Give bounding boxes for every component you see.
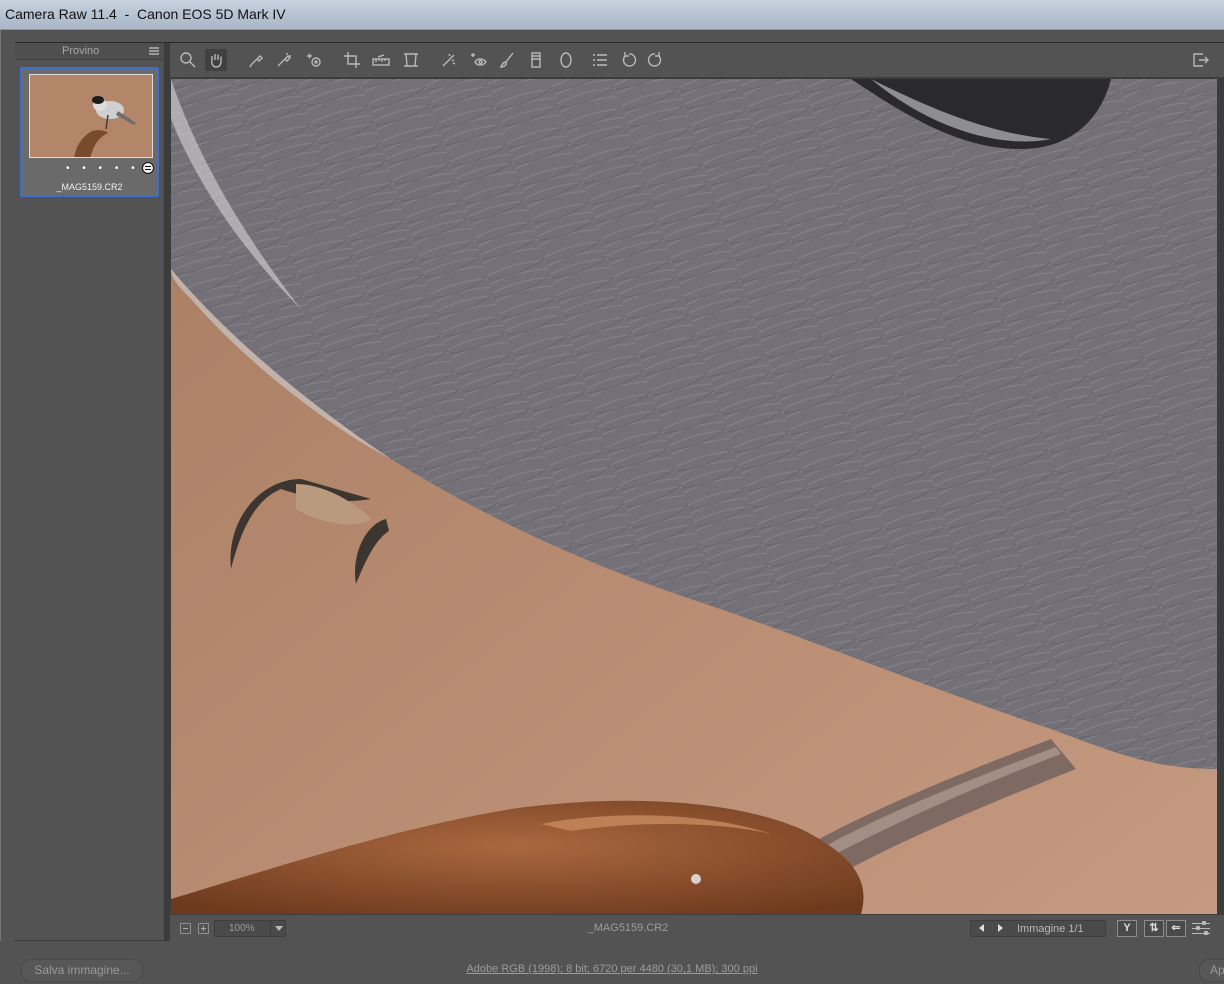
next-image-icon[interactable] — [998, 924, 1003, 932]
window-title: Camera Raw 11.4 - Canon EOS 5D Mark IV — [5, 6, 286, 22]
swap-settings-icon[interactable]: ⇅ — [1144, 920, 1164, 937]
image-navigator: Immagine 1/1 — [970, 920, 1106, 937]
current-filename: _MAG5159.CR2 — [587, 922, 669, 934]
bottom-bar: Salva immagine... Adobe RGB (1998); 8 bi… — [0, 941, 1224, 984]
transform-icon[interactable] — [400, 49, 422, 71]
toggle-fullscreen-icon[interactable] — [1189, 49, 1211, 71]
crop-icon[interactable] — [341, 49, 363, 71]
filmstrip-panel: Provino • • • • • _MAG5159.CR2 — [15, 43, 165, 940]
preferences-icon[interactable] — [589, 49, 611, 71]
tool-bar — [170, 43, 1224, 78]
preview-status-bar: 100% _MAG5159.CR2 Immagine 1/1 Y ⇅ ⇐ — [170, 914, 1224, 941]
filmstrip-thumbnail[interactable]: • • • • • _MAG5159.CR2 — [20, 67, 159, 197]
targeted-adjustment-icon[interactable] — [303, 49, 325, 71]
radial-filter-icon[interactable] — [555, 49, 577, 71]
straighten-icon[interactable] — [370, 49, 392, 71]
zoom-icon[interactable] — [177, 49, 199, 71]
adjustment-brush-icon[interactable] — [496, 49, 518, 71]
workflow-options-link[interactable]: Adobe RGB (1998); 8 bit; 6720 per 4480 (… — [0, 963, 1224, 975]
view-settings-icon[interactable] — [1192, 921, 1210, 936]
filmstrip-menu-icon[interactable] — [149, 47, 159, 55]
thumbnail-rating[interactable]: • • • • • — [66, 163, 140, 174]
thumbnail-image — [29, 74, 153, 158]
spot-removal-icon[interactable] — [438, 49, 460, 71]
graduated-filter-icon[interactable] — [525, 49, 547, 71]
previous-image-icon[interactable] — [979, 924, 984, 932]
rotate-ccw-icon[interactable] — [618, 49, 640, 71]
copy-settings-icon[interactable]: ⇐ — [1166, 920, 1186, 937]
red-eye-icon[interactable] — [468, 49, 490, 71]
hand-icon[interactable] — [205, 49, 227, 71]
preview-photo — [171, 79, 1217, 914]
image-counter: Immagine 1/1 — [1017, 923, 1084, 935]
white-balance-icon[interactable] — [245, 49, 267, 71]
rotate-cw-icon[interactable] — [644, 49, 666, 71]
image-preview[interactable] — [171, 79, 1217, 914]
filmstrip-header: Provino — [15, 43, 164, 60]
filmstrip-title: Provino — [62, 45, 100, 57]
thumbnail-filename: _MAG5159.CR2 — [56, 182, 123, 192]
color-sampler-icon[interactable] — [273, 49, 295, 71]
before-after-toggle[interactable]: Y — [1117, 920, 1137, 937]
open-image-button[interactable]: Ap — [1199, 959, 1224, 982]
adjustments-badge-icon — [142, 162, 154, 174]
title-bar: Camera Raw 11.4 - Canon EOS 5D Mark IV — [0, 0, 1224, 30]
